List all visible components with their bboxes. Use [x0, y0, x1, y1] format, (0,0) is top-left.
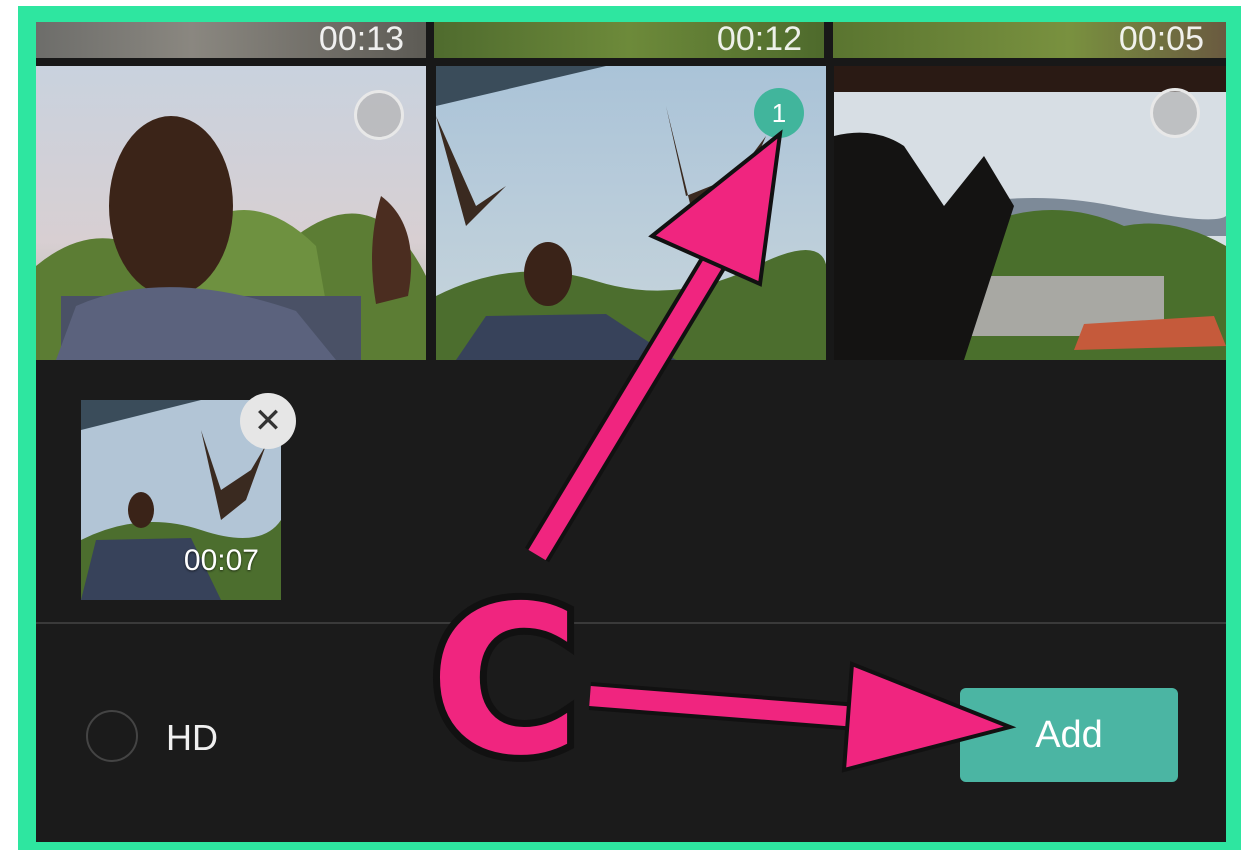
gallery-thumb-selfie[interactable]: [36, 66, 426, 360]
clip-duration: 00:13: [318, 22, 404, 58]
bottom-action-bar: HD Add: [36, 624, 1226, 842]
selection-number-badge[interactable]: 1: [754, 88, 804, 138]
gallery-thumb-top-1[interactable]: 00:13: [36, 22, 426, 58]
hd-label: HD: [166, 717, 218, 758]
gallery-thumb-top-2[interactable]: 00:12: [434, 22, 824, 58]
select-circle-icon[interactable]: [1150, 88, 1200, 138]
clip-duration: 00:07: [183, 544, 259, 577]
remove-clip-button[interactable]: ✕: [240, 393, 296, 449]
selected-clips-tray: 00:07 ✕: [36, 360, 1226, 622]
clip-duration: 00:05: [1118, 22, 1204, 58]
gallery-thumb-top-3[interactable]: 00:05: [833, 22, 1226, 58]
gallery-thumb-window-view[interactable]: [834, 66, 1226, 360]
clip-duration: 00:12: [716, 22, 802, 58]
hd-radio[interactable]: [86, 710, 138, 762]
gallery-top-row: 00:13 00:12 00:05: [36, 22, 1226, 62]
gallery-thumb-hands-up[interactable]: 1: [436, 66, 826, 360]
media-picker-screen: 00:13 00:12 00:05 1 00:07 ✕ HD Add: [36, 22, 1226, 842]
add-button[interactable]: Add: [960, 688, 1178, 782]
select-circle-icon[interactable]: [354, 90, 404, 140]
